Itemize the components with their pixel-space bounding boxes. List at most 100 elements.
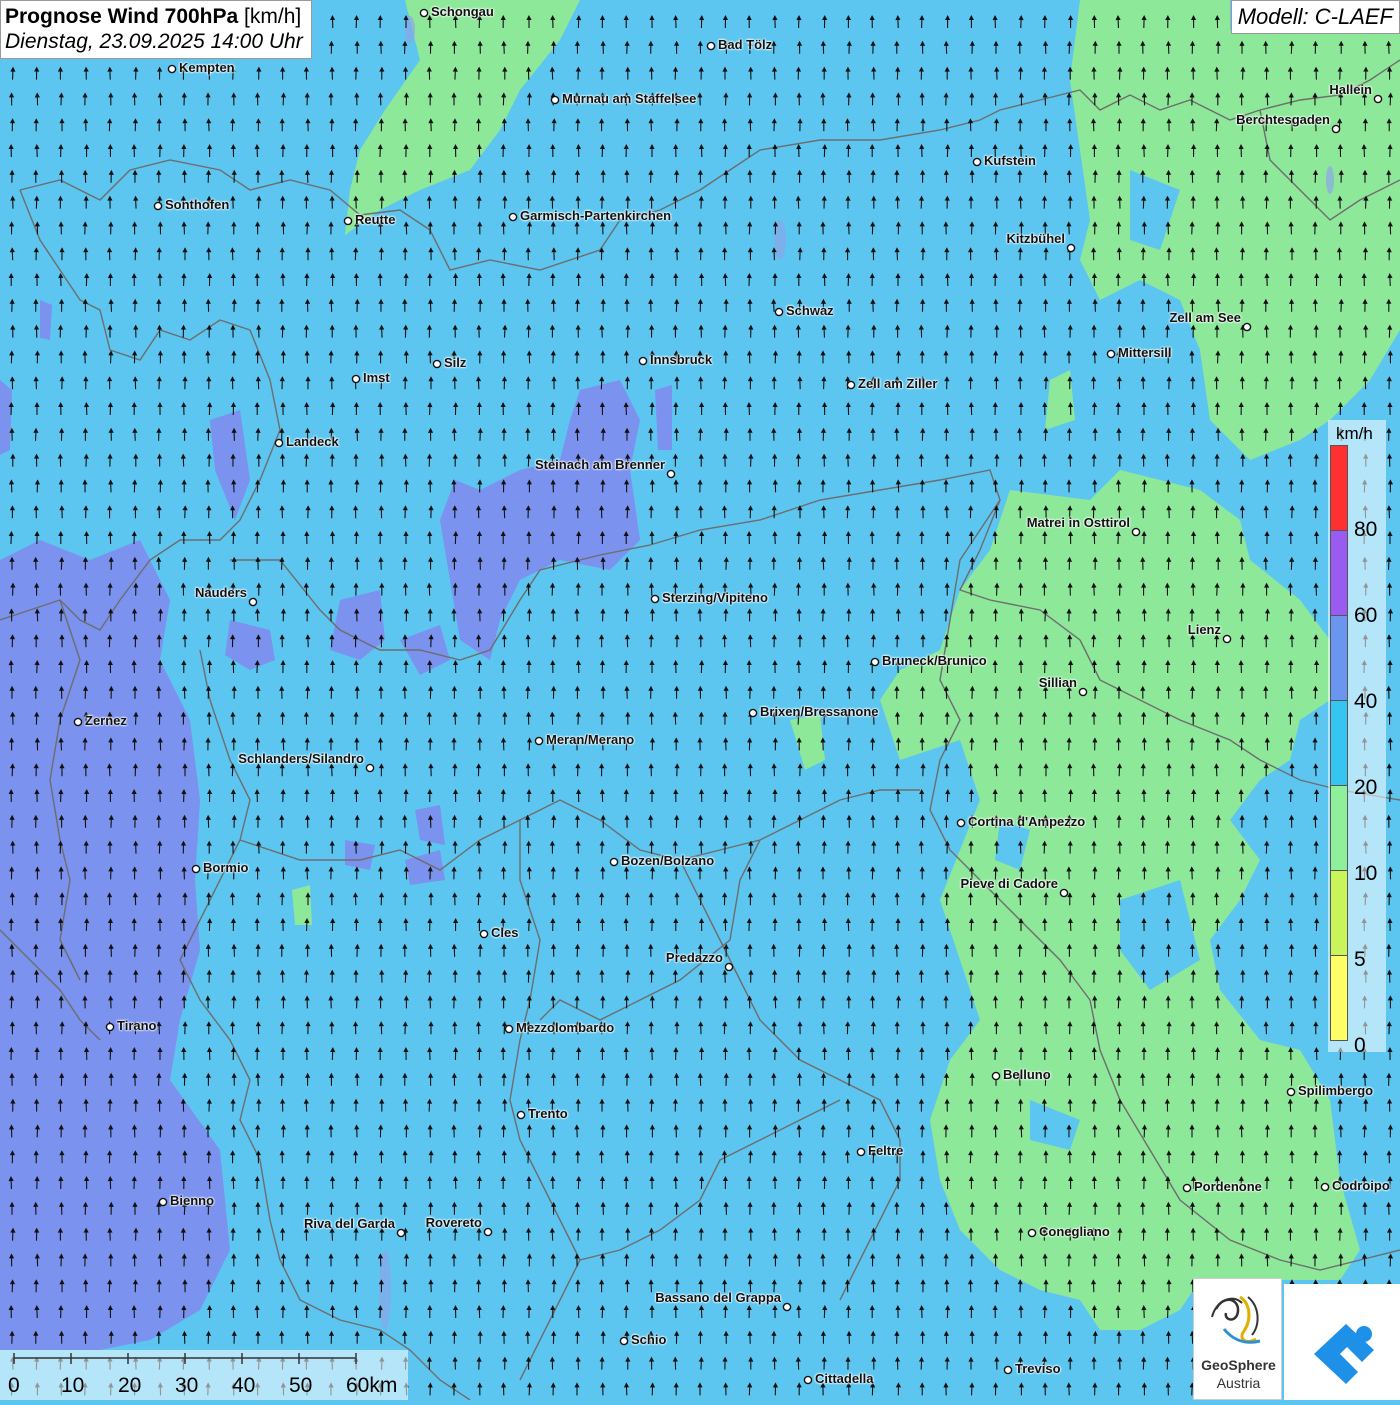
city-marker — [366, 764, 373, 771]
scale-label: 40 — [232, 1374, 255, 1398]
city-label: Mezzolombardo — [516, 1020, 614, 1035]
model-label: Modell: C-LAEF — [1231, 0, 1400, 34]
city-marker — [1067, 244, 1074, 251]
city-marker — [725, 963, 732, 970]
city-label: Berchtesgaden — [1236, 112, 1330, 127]
city-label: Garmisch-Partenkirchen — [520, 208, 671, 223]
legend-label: 60 — [1354, 604, 1377, 628]
city-label: Zell am See — [1169, 310, 1241, 325]
city-label: Hallein — [1329, 82, 1372, 97]
city-marker — [857, 1148, 864, 1155]
legend-label: 0 — [1354, 1034, 1366, 1058]
city-label: Bienno — [170, 1193, 214, 1208]
city-label: Schongau — [431, 4, 494, 19]
city-label: Rovereto — [426, 1215, 482, 1230]
city-marker — [1132, 528, 1139, 535]
legend-label: 10 — [1354, 862, 1377, 886]
city-marker — [517, 1111, 524, 1118]
geosphere-logo: GeoSphere Austria — [1193, 1278, 1282, 1400]
legend-color-segment — [1330, 615, 1348, 701]
legend-color-segment — [1330, 955, 1348, 1041]
city-marker — [535, 737, 542, 744]
city-marker — [344, 217, 351, 224]
app-logo-icon — [1284, 1284, 1400, 1400]
city-marker — [992, 1072, 999, 1079]
map-title-main: Prognose Wind 700hPa — [5, 5, 238, 28]
city-marker — [775, 308, 782, 315]
city-label: Kitzbühel — [1007, 231, 1066, 246]
map-title-box: Prognose Wind 700hPa [km/h] Dienstag, 23… — [0, 0, 312, 59]
city-marker — [639, 357, 646, 364]
city-label: Bozen/Bolzano — [621, 853, 714, 868]
city-label: Pieve di Cadore — [960, 876, 1058, 891]
city-label: Lienz — [1188, 622, 1221, 637]
city-label: Treviso — [1015, 1361, 1061, 1376]
legend-color-segment — [1330, 530, 1348, 616]
city-marker — [106, 1023, 113, 1030]
city-marker — [1223, 635, 1230, 642]
city-marker — [957, 819, 964, 826]
city-label: Schio — [631, 1332, 666, 1347]
city-marker — [1332, 125, 1339, 132]
city-label: Spilimbergo — [1298, 1083, 1373, 1098]
city-marker — [804, 1376, 811, 1383]
scale-bar: 0102030405060km — [0, 1350, 408, 1400]
city-marker — [783, 1303, 790, 1310]
scale-label: 20 — [118, 1374, 141, 1398]
legend-color-segment — [1330, 870, 1348, 956]
geosphere-icon — [1194, 1279, 1283, 1357]
city-label: Predazzo — [666, 950, 723, 965]
legend-color-segment — [1330, 445, 1348, 531]
city-label: Nauders — [195, 585, 247, 600]
scale-label: 10 — [61, 1374, 84, 1398]
city-label: Innsbruck — [650, 352, 712, 367]
city-marker — [1183, 1184, 1190, 1191]
city-label: Bassano del Grappa — [655, 1290, 781, 1305]
city-marker — [1079, 688, 1086, 695]
city-marker — [509, 213, 516, 220]
city-marker — [159, 1198, 166, 1205]
color-legend: km/h 806040201050 — [1328, 420, 1386, 1052]
city-label: Conegliano — [1039, 1224, 1110, 1239]
city-marker — [1028, 1229, 1035, 1236]
city-marker — [1243, 323, 1250, 330]
city-label: Riva del Garda — [304, 1216, 395, 1231]
city-label: Cles — [491, 925, 518, 940]
legend-label: 20 — [1354, 776, 1377, 800]
city-label: Sterzing/Vipiteno — [662, 590, 768, 605]
city-marker — [610, 858, 617, 865]
city-marker — [1004, 1366, 1011, 1373]
city-label: Sonthofen — [165, 197, 229, 212]
city-marker — [154, 202, 161, 209]
app-logo — [1284, 1284, 1400, 1400]
city-marker — [352, 375, 359, 382]
city-marker — [192, 865, 199, 872]
city-label: Schlanders/Silandro — [238, 751, 364, 766]
city-label: Kempten — [179, 60, 235, 75]
city-label: Landeck — [286, 434, 339, 449]
city-marker — [651, 595, 658, 602]
scale-label: 60km — [346, 1374, 397, 1398]
scale-label: 50 — [289, 1374, 312, 1398]
geosphere-logo-line2: Austria — [1194, 1375, 1283, 1391]
city-label: Bruneck/Brunico — [882, 653, 987, 668]
scale-label: 0 — [8, 1374, 20, 1398]
city-label: Tirano — [117, 1018, 157, 1033]
city-marker — [667, 470, 674, 477]
city-marker — [551, 96, 558, 103]
city-marker — [480, 930, 487, 937]
map-title-unit: [km/h] — [238, 5, 301, 28]
city-marker — [973, 158, 980, 165]
city-label: Feltre — [868, 1143, 903, 1158]
city-marker — [749, 709, 756, 716]
city-label: Cittadella — [815, 1371, 874, 1386]
city-label: Codroipo — [1332, 1178, 1390, 1193]
city-label: Meran/Merano — [546, 732, 634, 747]
city-label: Brixen/Bressanone — [760, 704, 879, 719]
city-label: Belluno — [1003, 1067, 1051, 1082]
legend-label: 5 — [1354, 948, 1366, 972]
city-marker — [275, 439, 282, 446]
city-label: Mittersill — [1118, 345, 1171, 360]
city-label: Steinach am Brenner — [535, 457, 665, 472]
city-label: Sillian — [1039, 675, 1077, 690]
